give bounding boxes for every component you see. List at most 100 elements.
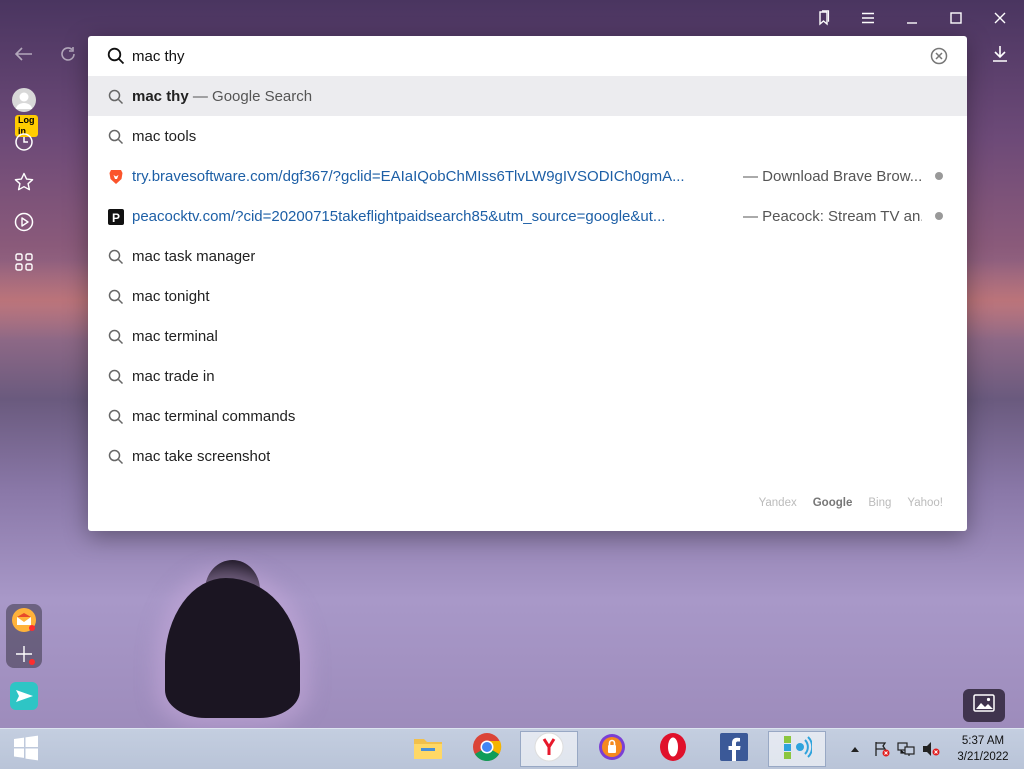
arrow-left-icon [14, 46, 33, 66]
suggestion-item[interactable]: mac terminal [88, 316, 967, 356]
yandex-browser-icon [534, 732, 564, 767]
search-icon [107, 448, 125, 466]
suggestion-item[interactable]: mac tonight [88, 276, 967, 316]
search-icon [107, 248, 125, 266]
search-icon [107, 128, 125, 146]
download-icon [992, 45, 1008, 68]
clock-time: 5:37 AM [961, 735, 1005, 747]
suggestion-item[interactable]: mac terminal commands [88, 396, 967, 436]
reload-icon [59, 45, 77, 68]
wallpaper-button[interactable] [963, 689, 1005, 722]
suggestion-text: mac tonight [132, 287, 210, 305]
search-icon [107, 328, 125, 346]
video-play-icon [14, 212, 34, 237]
maximize-icon[interactable] [934, 0, 978, 36]
taskbar-app-chrome[interactable] [459, 731, 515, 767]
suggestion-item[interactable]: mac tools [88, 116, 967, 156]
action-center-flag-icon[interactable] [872, 729, 892, 769]
suggestion-url: try.bravesoftware.com/dgf367/?gclid=EAIa… [132, 167, 685, 185]
remove-suggestion-dot[interactable] [935, 172, 943, 180]
minimize-icon[interactable] [890, 0, 934, 36]
suggestion-text: mac tools [132, 127, 197, 145]
avatar-icon [11, 87, 37, 118]
volume-muted-icon[interactable] [920, 729, 942, 769]
address-bar-input[interactable] [132, 44, 912, 68]
start-button[interactable] [6, 735, 46, 765]
bookmarks-button[interactable] [10, 170, 38, 198]
taskbar-app-opera[interactable] [645, 731, 701, 767]
engine-yandex[interactable]: Yandex [759, 497, 797, 509]
wallpaper-rock [165, 578, 300, 718]
suggestion-google-search[interactable]: mac thy — Google Search [88, 76, 967, 116]
suggestion-text: mac terminal commands [132, 407, 296, 425]
suggestion-text: mac trade in [132, 367, 215, 385]
taskbar-app-yandex-browser[interactable] [520, 731, 578, 767]
bookmarks-panel-icon[interactable] [802, 0, 846, 36]
network-app-icon [782, 732, 814, 767]
reload-button[interactable] [52, 40, 84, 72]
file-explorer-icon [413, 734, 443, 765]
mail-button[interactable] [11, 607, 37, 633]
taskbar-app-avast-browser[interactable] [584, 731, 640, 767]
add-app-button[interactable] [11, 641, 37, 667]
messenger-button[interactable] [10, 682, 38, 710]
taskbar-app-file-explorer[interactable] [400, 731, 456, 767]
mail-icon [11, 608, 37, 637]
search-icon [107, 368, 125, 386]
image-icon [973, 694, 995, 717]
brave-lion-icon [107, 168, 125, 186]
search-icon [107, 288, 125, 306]
opera-icon [658, 732, 688, 767]
remove-suggestion-dot[interactable] [935, 212, 943, 220]
network-icon[interactable] [896, 729, 916, 769]
history-clock-icon [14, 132, 34, 157]
suggestion-url-brave[interactable]: try.bravesoftware.com/dgf367/?gclid=EAIa… [88, 156, 967, 196]
apps-grid-icon [15, 252, 33, 276]
suggestion-item[interactable]: mac trade in [88, 356, 967, 396]
suggestion-text: mac terminal [132, 327, 218, 345]
suggestion-item[interactable]: mac task manager [88, 236, 967, 276]
search-engine-switcher: Yandex Google Bing Yahoo! [759, 497, 943, 509]
close-icon[interactable] [978, 0, 1022, 36]
omnibox-dropdown: mac thy — Google Search mac tools try.br… [88, 36, 967, 531]
avast-browser-icon [597, 732, 627, 767]
plus-icon [11, 646, 37, 671]
suggestion-query: mac thy [132, 87, 189, 105]
search-icon [107, 408, 125, 426]
suggestion-url: peacocktv.com/?cid=20200715takeflightpai… [132, 207, 666, 225]
suggestion-url-peacock[interactable]: P peacocktv.com/?cid=20200715takeflightp… [88, 196, 967, 236]
taskbar: 5:37 AM 3/21/2022 [0, 728, 1024, 769]
chrome-icon [472, 732, 502, 767]
bookmark-star-icon [14, 172, 34, 197]
taskbar-app-network[interactable] [768, 731, 826, 767]
search-icon [107, 88, 125, 106]
facebook-icon [719, 732, 749, 767]
system-clock[interactable]: 5:37 AM 3/21/2022 [950, 733, 1016, 765]
video-button[interactable] [10, 210, 38, 238]
peacock-p-icon: P [107, 208, 125, 226]
engine-yahoo[interactable]: Yahoo! [907, 497, 943, 509]
history-button[interactable] [10, 130, 38, 158]
suggestion-item[interactable]: mac take screenshot [88, 436, 967, 476]
back-button[interactable] [8, 40, 40, 72]
engine-google[interactable]: Google [813, 497, 853, 509]
search-icon [107, 47, 125, 70]
clock-date: 3/21/2022 [957, 751, 1009, 763]
omnibox-input-row [88, 36, 967, 77]
hamburger-menu-icon[interactable] [846, 0, 890, 36]
suggestion-engine-label: — Google Search [188, 87, 313, 105]
suggestion-text: mac take screenshot [132, 447, 271, 465]
svg-text:P: P [112, 211, 120, 225]
suggestion-page-title: — Download Brave Brow... [743, 167, 922, 185]
paper-plane-icon [10, 682, 38, 714]
suggestion-text: mac task manager [132, 247, 256, 265]
downloads-button[interactable] [984, 40, 1016, 72]
taskbar-app-facebook[interactable] [706, 731, 762, 767]
suggestion-page-title: — Peacock: Stream TV an... [743, 207, 922, 225]
clear-x-icon[interactable] [930, 47, 948, 65]
windows-start-icon [13, 735, 39, 766]
show-hidden-icons-icon[interactable] [848, 729, 862, 769]
engine-bing[interactable]: Bing [868, 497, 891, 509]
login-button[interactable]: Log in [10, 87, 38, 137]
apps-button[interactable] [10, 250, 38, 278]
